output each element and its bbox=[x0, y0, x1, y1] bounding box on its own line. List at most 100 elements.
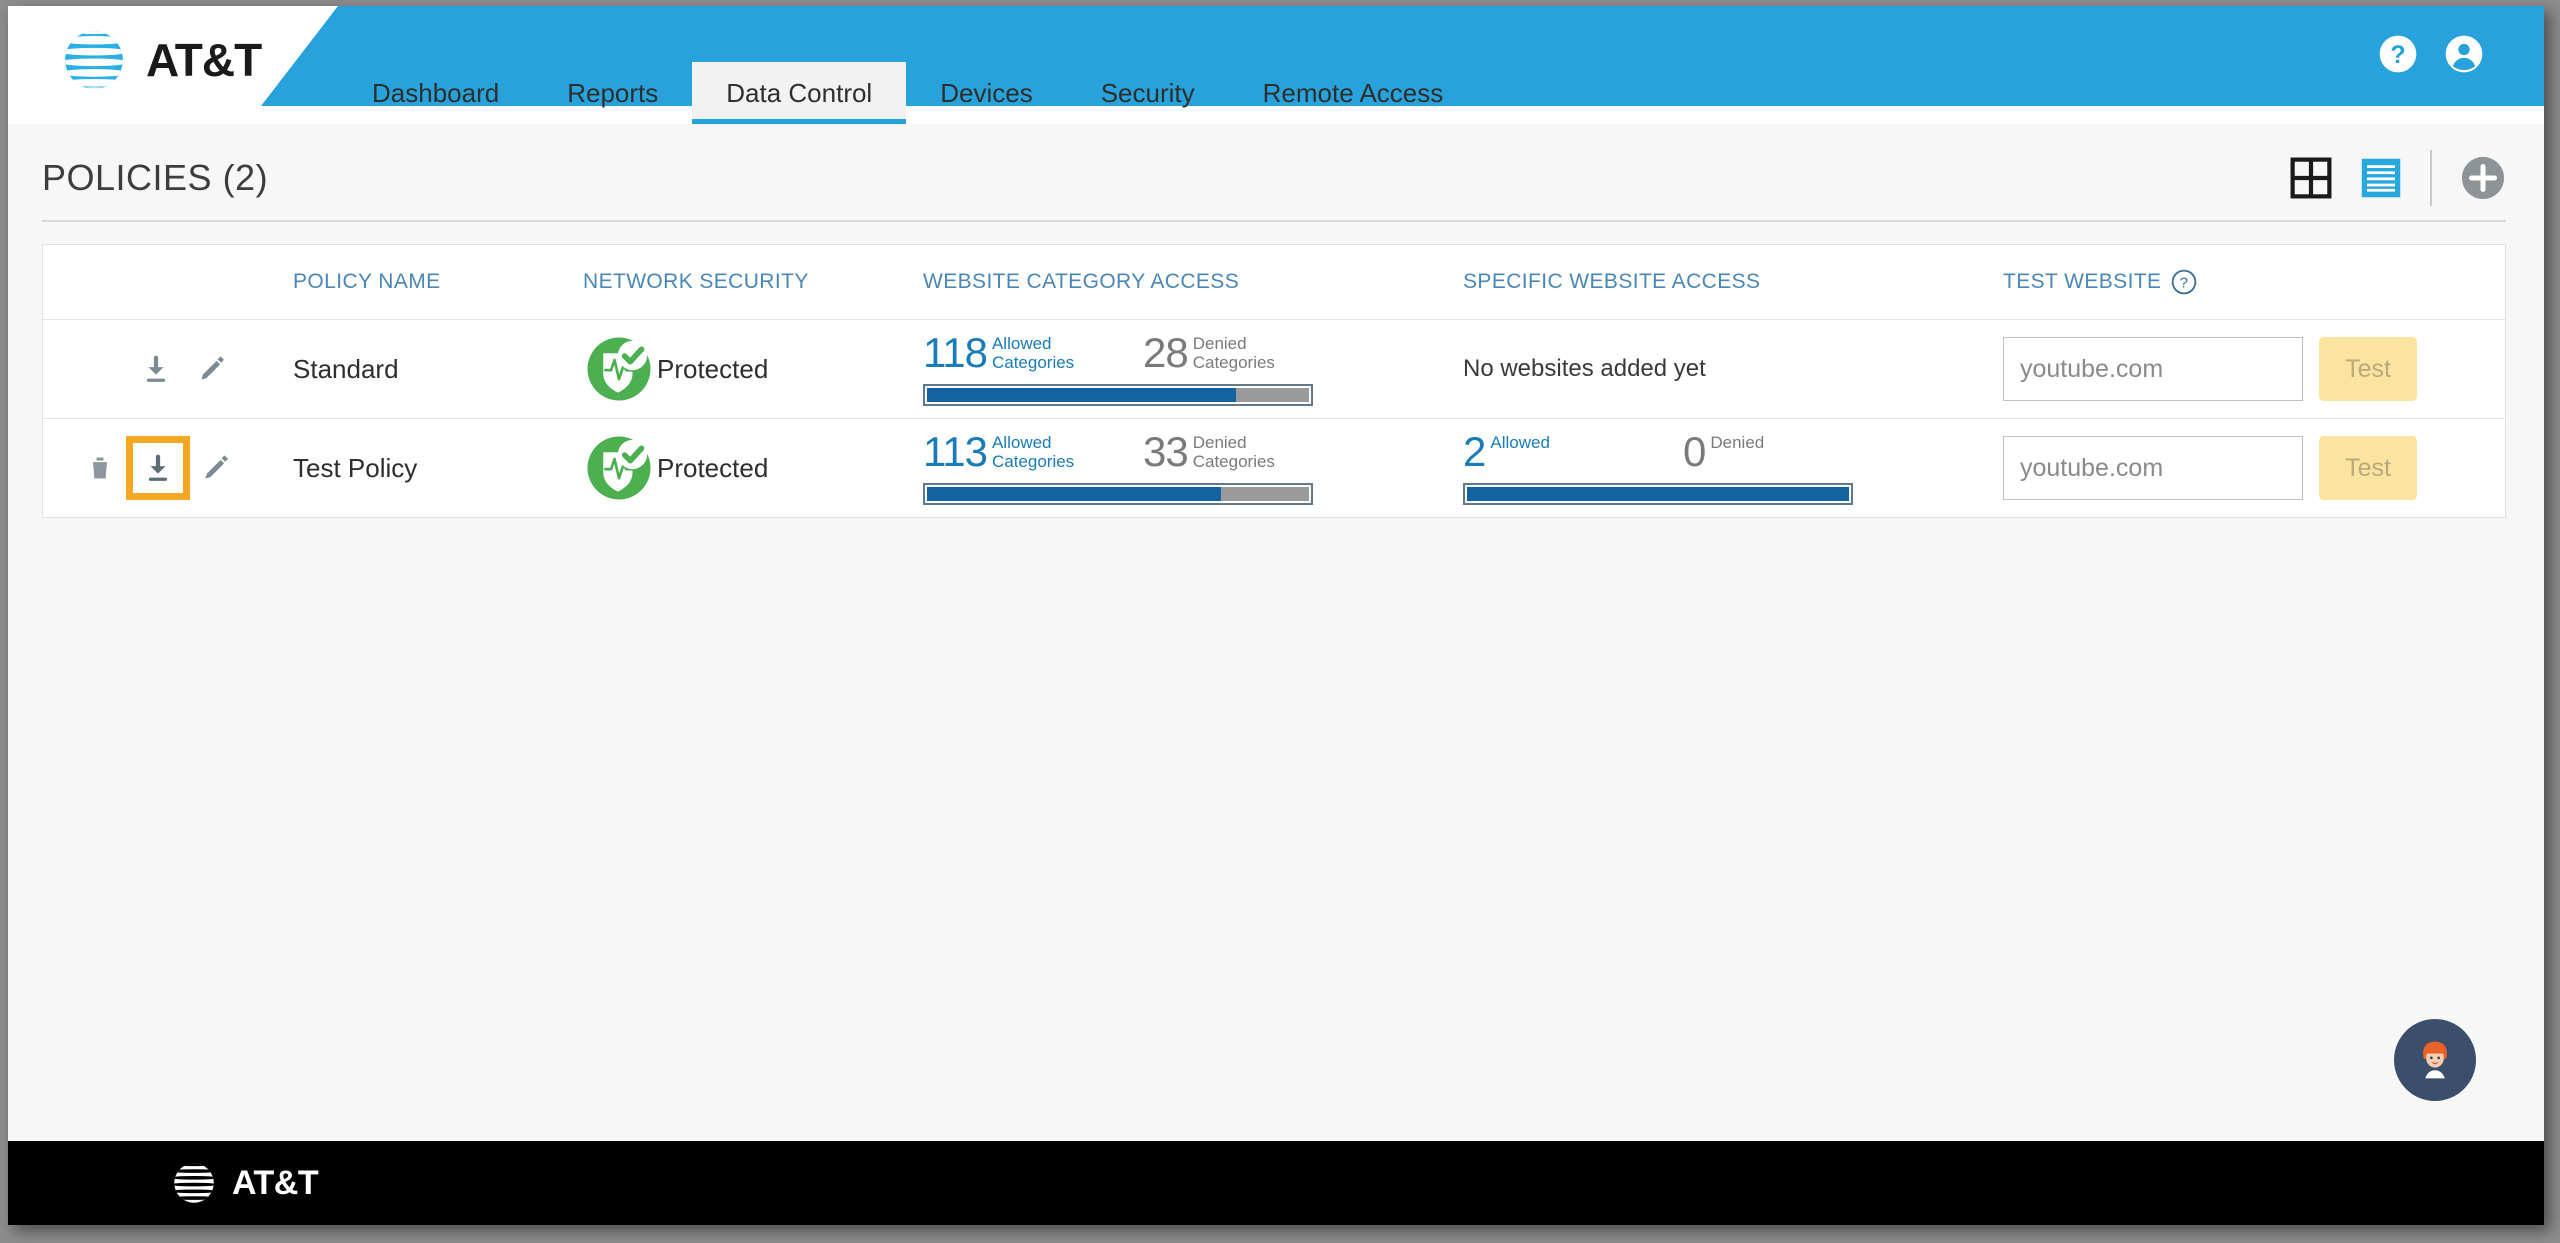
page-header-bar: POLICIES (2) bbox=[8, 124, 2544, 206]
header-specific-website-access: SPECIFIC WEBSITE ACCESS bbox=[1463, 270, 1761, 293]
grid-view-icon[interactable] bbox=[2290, 157, 2332, 199]
website-category-access-cell: 118 Allowed Categories 28 Denied Categor… bbox=[923, 332, 1463, 406]
no-websites-message: No websites added yet bbox=[1463, 355, 1706, 382]
category-stats: 113 Allowed Categories 33 Denied Categor… bbox=[923, 431, 1463, 505]
security-status: Protected bbox=[583, 432, 923, 504]
chat-assistant-button[interactable] bbox=[2394, 1019, 2476, 1101]
test-button[interactable]: Test bbox=[2319, 436, 2417, 500]
denied-categories-stat: 28 Denied Categories bbox=[1143, 332, 1275, 374]
nav-item-remote-access[interactable]: Remote Access bbox=[1229, 62, 1478, 124]
denied-categories-label: Denied Categories bbox=[1192, 334, 1275, 372]
delete-placeholder bbox=[83, 352, 117, 386]
app-footer: AT&T bbox=[8, 1141, 2544, 1225]
table-header-row: POLICY NAME NETWORK SECURITY WEBSITE CAT… bbox=[43, 245, 2505, 320]
nav-label: Dashboard bbox=[372, 77, 500, 108]
specific-progress-bar bbox=[1463, 483, 1853, 505]
header-test-website: TEST WEBSITE ? bbox=[2003, 269, 2505, 295]
nav-item-reports[interactable]: Reports bbox=[533, 62, 692, 124]
network-security-cell: Protected bbox=[583, 333, 923, 405]
download-icon bbox=[146, 355, 166, 382]
download-policy-button[interactable] bbox=[139, 352, 173, 386]
nav-item-dashboard[interactable]: Dashboard bbox=[338, 62, 533, 124]
row-actions bbox=[43, 436, 293, 500]
help-circle-icon[interactable]: ? bbox=[2171, 269, 2197, 295]
page-header-divider bbox=[42, 220, 2506, 222]
policy-name: Standard bbox=[293, 353, 399, 384]
shield-protected-icon bbox=[587, 337, 651, 401]
allowed-categories-value: 113 bbox=[923, 428, 988, 475]
test-website-cell: Test bbox=[2003, 337, 2505, 401]
specific-stats: 2 Allowed 0 Denied bbox=[1463, 431, 2003, 505]
allowed-categories-value: 118 bbox=[923, 329, 988, 376]
nav-item-devices[interactable]: Devices bbox=[906, 62, 1066, 124]
nav-label: Data Control bbox=[726, 77, 873, 108]
denied-categories-value: 33 bbox=[1143, 428, 1189, 475]
specific-website-access-cell: 2 Allowed 0 Denied bbox=[1463, 431, 2003, 505]
download-policy-button[interactable] bbox=[126, 436, 190, 500]
edit-policy-button[interactable] bbox=[195, 352, 229, 386]
test-website-input[interactable] bbox=[2003, 436, 2303, 500]
denied-categories-stat: 33 Denied Categories bbox=[1143, 431, 1275, 473]
allowed-categories-stat: 118 Allowed Categories bbox=[923, 332, 1143, 374]
add-plus-icon[interactable] bbox=[2460, 155, 2506, 201]
trash-icon bbox=[93, 457, 107, 479]
page-toolbar bbox=[2290, 150, 2506, 206]
denied-categories-value: 28 bbox=[1143, 329, 1189, 376]
allowed-categories-label: Allowed Categories bbox=[991, 334, 1075, 372]
download-icon bbox=[148, 454, 168, 481]
allowed-websites-stat: 2 Allowed bbox=[1463, 431, 1683, 473]
page-title: POLICIES (2) bbox=[42, 157, 269, 198]
policy-name: Test Policy bbox=[293, 452, 418, 483]
security-status-label: Protected bbox=[657, 452, 769, 483]
header-network-security: NETWORK SECURITY bbox=[583, 270, 809, 293]
policies-table: POLICY NAME NETWORK SECURITY WEBSITE CAT… bbox=[42, 244, 2506, 518]
header-website-category-access: WEBSITE CATEGORY ACCESS bbox=[923, 270, 1240, 293]
security-status: Protected bbox=[583, 333, 923, 405]
shield-protected-icon bbox=[587, 436, 651, 500]
row-actions bbox=[43, 352, 293, 386]
nav-label: Remote Access bbox=[1262, 77, 1444, 108]
edit-policy-button[interactable] bbox=[199, 451, 233, 485]
category-progress-track bbox=[927, 388, 1309, 402]
nav-label: Reports bbox=[567, 77, 659, 108]
test-website-input[interactable] bbox=[2003, 337, 2303, 401]
specific-stat-numbers: 2 Allowed 0 Denied bbox=[1463, 431, 2003, 473]
app-header: AT&T ? Dashboard Reports Data Control De… bbox=[8, 6, 2544, 124]
toolbar-divider bbox=[2430, 150, 2432, 206]
delete-policy-button[interactable] bbox=[83, 451, 117, 485]
nav-item-data-control[interactable]: Data Control bbox=[692, 62, 907, 124]
category-progress-bar bbox=[923, 384, 1313, 406]
nav-item-security[interactable]: Security bbox=[1067, 62, 1229, 124]
category-progress-track bbox=[927, 487, 1309, 501]
category-stat-numbers: 113 Allowed Categories 33 Denied Categor… bbox=[923, 431, 1463, 473]
screenshot-root: AT&T ? Dashboard Reports Data Control De… bbox=[0, 0, 2560, 1243]
denied-websites-stat: 0 Denied bbox=[1683, 431, 1764, 473]
att-globe-icon bbox=[174, 1163, 214, 1203]
allowed-websites-label: Allowed bbox=[1490, 433, 1550, 452]
specific-progress-track bbox=[1467, 487, 1849, 501]
main-navigation: Dashboard Reports Data Control Devices S… bbox=[8, 62, 2544, 124]
page-content: POLICIES (2) POLICY NAME NETWORK SECURIT… bbox=[8, 124, 2544, 1141]
security-status-label: Protected bbox=[657, 353, 769, 384]
allowed-categories-stat: 113 Allowed Categories bbox=[923, 431, 1143, 473]
policy-name-cell: Test Policy bbox=[293, 453, 583, 484]
test-button[interactable]: Test bbox=[2319, 337, 2417, 401]
specific-progress-fill bbox=[1467, 487, 1849, 501]
pencil-edit-icon bbox=[201, 356, 224, 380]
allowed-websites-value: 2 bbox=[1463, 428, 1486, 475]
denied-categories-label: Denied Categories bbox=[1192, 433, 1275, 471]
category-progress-fill bbox=[927, 388, 1237, 402]
svg-text:?: ? bbox=[2180, 274, 2189, 291]
header-policy-name: POLICY NAME bbox=[293, 270, 441, 293]
category-progress-bar bbox=[923, 483, 1313, 505]
list-view-icon[interactable] bbox=[2360, 157, 2402, 199]
test-website-cell: Test bbox=[2003, 436, 2505, 500]
policy-name-cell: Standard bbox=[293, 354, 583, 385]
footer-brand-name: AT&T bbox=[232, 1163, 319, 1202]
category-progress-fill bbox=[927, 487, 1222, 501]
category-stats: 118 Allowed Categories 28 Denied Categor… bbox=[923, 332, 1463, 406]
nav-label: Devices bbox=[940, 77, 1033, 108]
category-stat-numbers: 118 Allowed Categories 28 Denied Categor… bbox=[923, 332, 1463, 374]
allowed-categories-label: Allowed Categories bbox=[991, 433, 1075, 471]
table-row: Standard Protected 118 Allowed Categorie… bbox=[43, 320, 2505, 419]
